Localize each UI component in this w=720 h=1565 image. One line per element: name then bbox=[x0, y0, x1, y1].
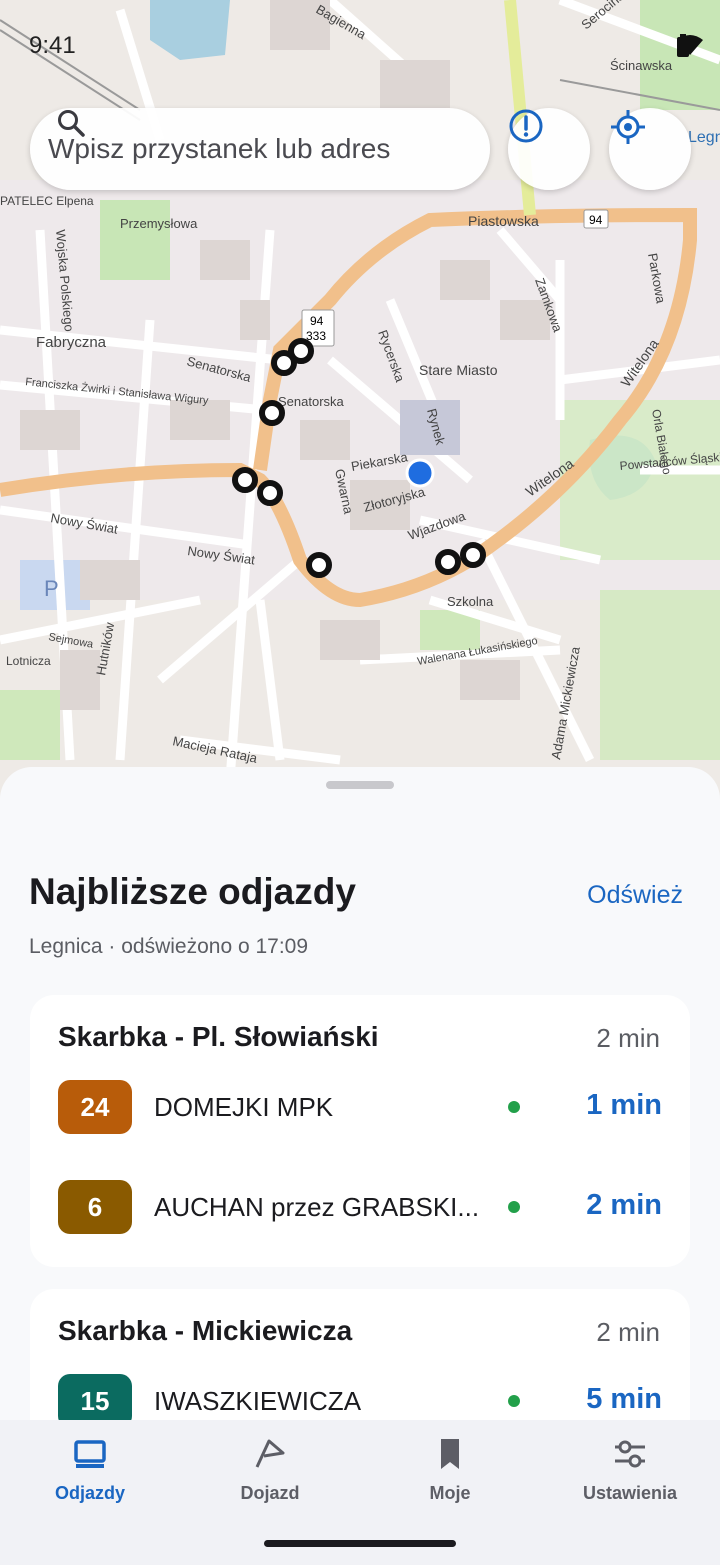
sheet-drag-handle[interactable] bbox=[326, 781, 394, 789]
search-placeholder: Wpisz przystanek lub adres bbox=[48, 133, 391, 164]
bookmark-icon bbox=[441, 1439, 459, 1469]
monitor-icon bbox=[74, 1440, 106, 1468]
sliders-icon bbox=[615, 1440, 645, 1468]
street-label: Piastowska bbox=[468, 213, 539, 229]
departure-eta: 5 min bbox=[586, 1383, 662, 1415]
nav-item-ustawienia[interactable]: Ustawienia bbox=[540, 1420, 720, 1530]
battery-icon bbox=[677, 34, 689, 57]
street-label: PATELEC Elpena bbox=[0, 194, 94, 208]
refresh-button[interactable]: Odśwież bbox=[587, 881, 683, 910]
street-label: Legni bbox=[688, 129, 720, 146]
street-label: Stare Miasto bbox=[419, 362, 498, 378]
nav-item-dojazd[interactable]: Dojazd bbox=[180, 1420, 360, 1530]
nav-label: Dojazd bbox=[240, 1483, 300, 1503]
route-shield: 94 bbox=[589, 213, 603, 227]
line-badge: 6 bbox=[58, 1180, 132, 1234]
parking-label: P bbox=[44, 576, 59, 601]
user-location-dot bbox=[405, 458, 435, 488]
search-icon bbox=[58, 110, 85, 137]
departure-eta: 1 min bbox=[586, 1089, 662, 1121]
departure-eta: 2 min bbox=[586, 1189, 662, 1221]
street-label: Ścinawska bbox=[610, 58, 673, 73]
home-indicator[interactable] bbox=[264, 1540, 456, 1547]
departures-sheet: Najbliższe odjazdy Odśwież Legnica · odś… bbox=[0, 767, 720, 1427]
route-icon bbox=[255, 1439, 285, 1468]
nav-label: Ustawienia bbox=[582, 1483, 678, 1503]
search-input[interactable]: Wpisz przystanek lub adres bbox=[30, 108, 490, 190]
live-indicator-icon bbox=[508, 1201, 520, 1213]
nav-label: Odjazdy bbox=[54, 1483, 125, 1503]
nav-item-odjazdy[interactable]: Odjazdy bbox=[0, 1420, 180, 1530]
alerts-button[interactable] bbox=[508, 108, 590, 190]
map-view[interactable]: Bagienna Serocińska Ścinawska Przemysłow… bbox=[0, 0, 720, 800]
stop-name: Skarbka - Mickiewicza bbox=[58, 1315, 353, 1346]
departure-destination: IWASZKIEWICZA bbox=[154, 1386, 362, 1416]
departure-destination: AUCHAN przez GRABSKI... bbox=[154, 1192, 480, 1222]
crosshair-icon bbox=[611, 110, 645, 144]
stop-card[interactable]: Skarbka - Mickiewicza 2 min 15 IWASZKIEW… bbox=[30, 1289, 690, 1427]
alert-icon bbox=[509, 109, 543, 143]
street-label: Przemysłowa bbox=[120, 216, 198, 231]
street-label: Lotnicza bbox=[6, 654, 51, 668]
departure-destination: DOMEJKI MPK bbox=[154, 1092, 334, 1122]
nav-item-moje[interactable]: Moje bbox=[360, 1420, 540, 1530]
street-label: Senatorska bbox=[278, 394, 345, 409]
stop-walk-time: 2 min bbox=[596, 1023, 660, 1053]
street-label: Szkolna bbox=[447, 594, 494, 609]
stop-card[interactable]: Skarbka - Pl. Słowiański 2 min 24 DOMEJK… bbox=[30, 995, 690, 1267]
stop-walk-time: 2 min bbox=[596, 1317, 660, 1347]
departure-row[interactable]: 24 DOMEJKI MPK 1 min bbox=[58, 1080, 662, 1134]
live-indicator-icon bbox=[508, 1395, 520, 1407]
svg-text:94: 94 bbox=[310, 314, 324, 328]
street-label: Fabryczna bbox=[36, 334, 107, 351]
sheet-title: Najbliższe odjazdy bbox=[29, 871, 356, 912]
live-indicator-icon bbox=[508, 1101, 520, 1113]
sheet-subtitle: Legnica · odświeżono o 17:09 bbox=[29, 935, 309, 958]
line-badge: 24 bbox=[58, 1080, 132, 1134]
status-time: 9:41 bbox=[29, 32, 76, 59]
nav-label: Moje bbox=[429, 1483, 471, 1503]
stop-name: Skarbka - Pl. Słowiański bbox=[58, 1021, 379, 1052]
locate-me-button[interactable] bbox=[609, 108, 691, 190]
departure-row[interactable]: 6 AUCHAN przez GRABSKI... 2 min bbox=[58, 1180, 662, 1234]
